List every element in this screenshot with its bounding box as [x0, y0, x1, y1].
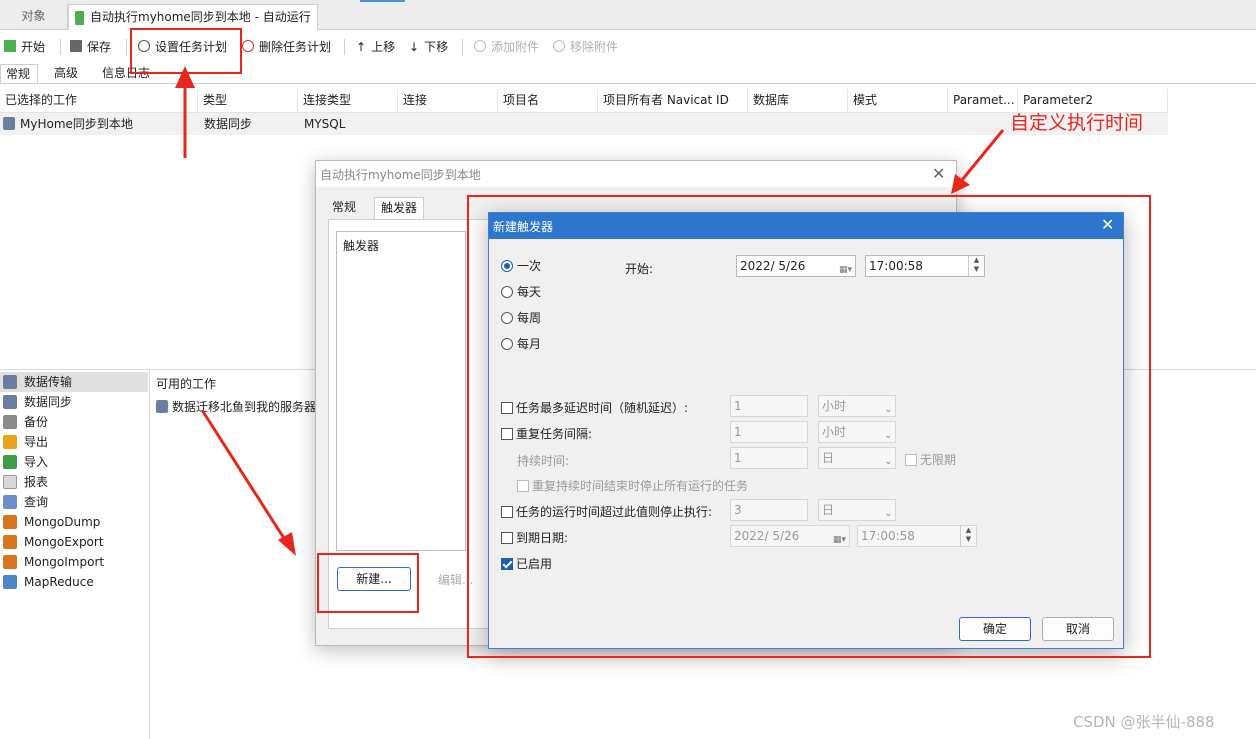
annotation-arrows	[175, 66, 1005, 556]
arrowhead	[951, 174, 970, 194]
watermark: CSDN @张半仙-888	[1073, 713, 1215, 731]
arrowhead	[175, 66, 195, 88]
arrow-line	[200, 409, 289, 544]
arrow-line	[960, 129, 1005, 181]
